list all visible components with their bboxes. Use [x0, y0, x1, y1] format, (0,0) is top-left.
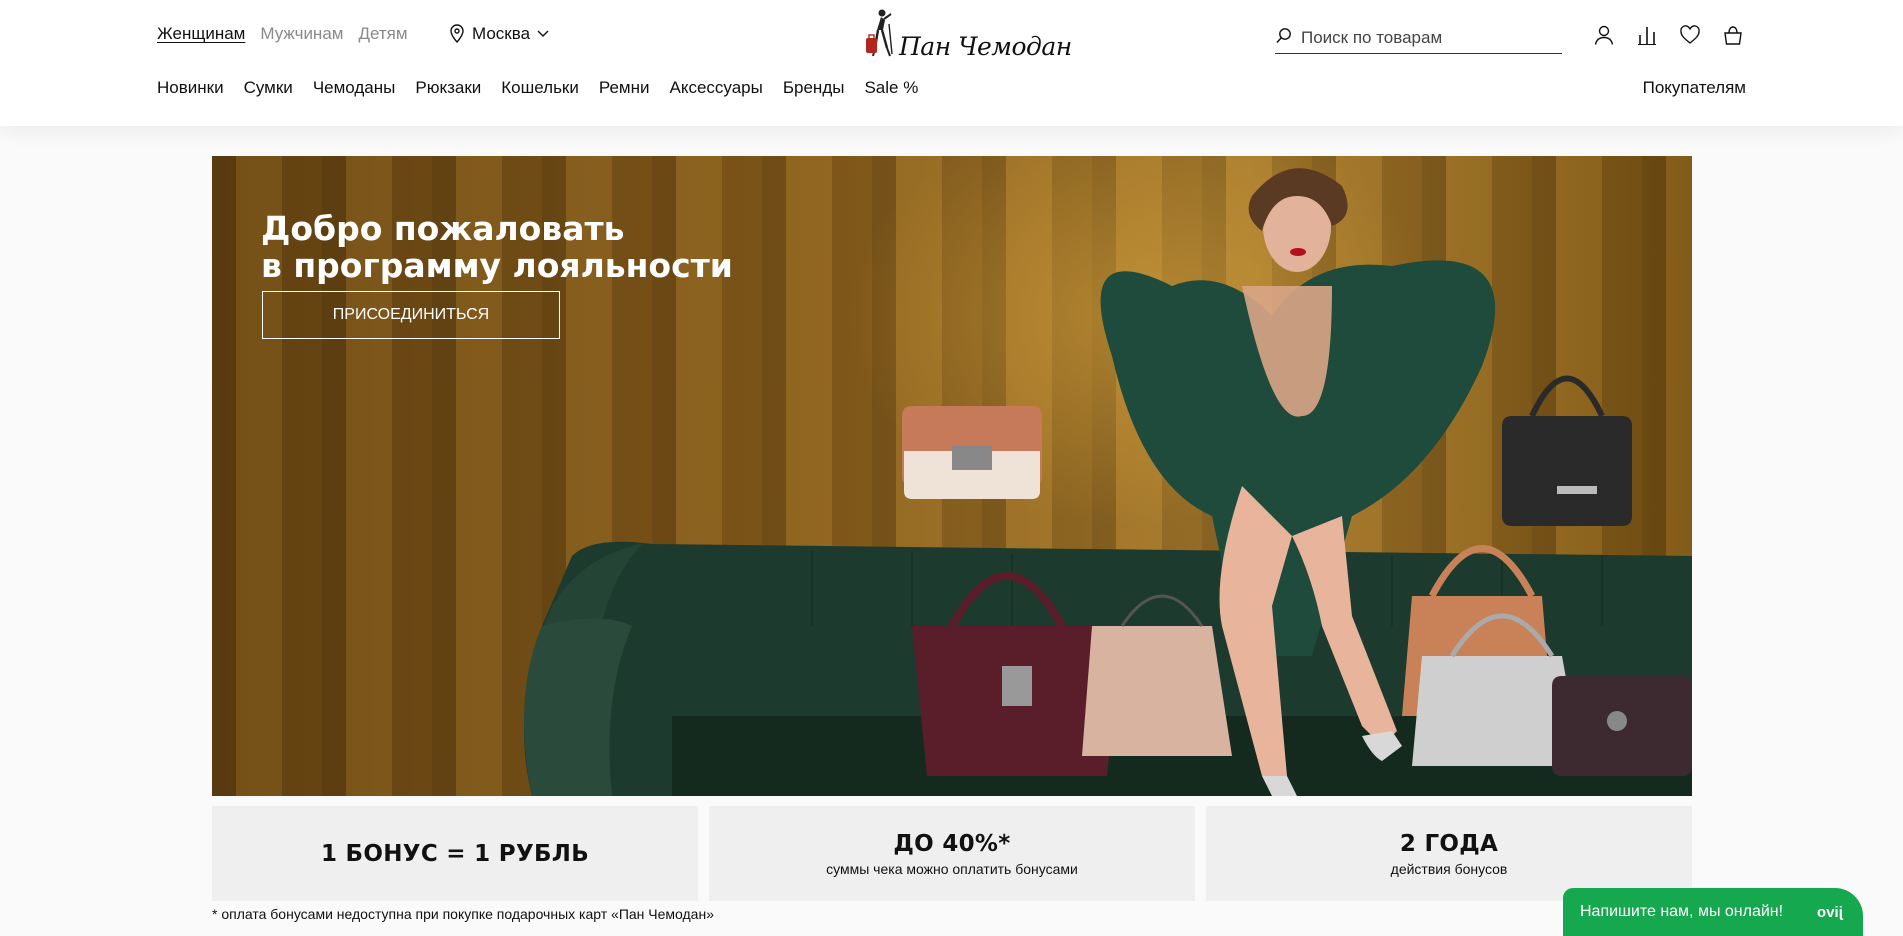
nav-accessories[interactable]: Аксессуары — [670, 78, 763, 98]
chat-label: Напишите нам, мы онлайн! — [1580, 903, 1784, 920]
chat-widget[interactable]: Напишите нам, мы онлайн! jivo — [1563, 888, 1863, 936]
tab-women[interactable]: Женщинам — [157, 24, 245, 44]
hero-title: Добро пожаловать в программу лояльности — [261, 210, 733, 284]
logo-text: Пан Чемодан — [899, 32, 1072, 61]
hero-title-line-2: в программу лояльности — [261, 246, 733, 285]
nav-sale[interactable]: Sale % — [864, 78, 918, 98]
benefit-cards: 1 БОНУС = 1 РУБЛЬ ДО 40%* суммы чека мож… — [212, 806, 1692, 901]
tab-men[interactable]: Мужчинам — [260, 24, 343, 44]
header-actions — [1593, 24, 1744, 46]
search-icon[interactable] — [1275, 27, 1293, 50]
benefit-headline: 1 БОНУС = 1 РУБЛЬ — [320, 840, 590, 867]
nav-backpacks[interactable]: Рюкзаки — [415, 78, 481, 98]
benefit-card: 1 БОНУС = 1 РУБЛЬ — [212, 806, 698, 901]
nav-brands[interactable]: Бренды — [783, 78, 845, 98]
benefit-card: 2 ГОДА действия бонусов — [1206, 806, 1692, 901]
nav-new[interactable]: Новинки — [157, 78, 224, 98]
hero-title-line-1: Добро пожаловать — [261, 209, 625, 248]
location-pin-icon — [449, 24, 465, 44]
nav-suitcases[interactable]: Чемоданы — [313, 78, 396, 98]
search-box — [1275, 23, 1562, 54]
jivo-logo-icon: jivo — [1817, 903, 1843, 921]
suitcase-man-logo-icon — [865, 8, 895, 65]
benefit-caption: действия бонусов — [1390, 860, 1508, 877]
user-icon[interactable] — [1593, 24, 1615, 46]
gender-nav: Женщинам Мужчинам Детям — [157, 24, 408, 44]
search-input[interactable] — [1299, 27, 1553, 49]
benefit-headline: ДО 40%* — [893, 830, 1011, 857]
nav-bags[interactable]: Сумки — [244, 78, 293, 98]
benefit-caption: суммы чека можно оплатить бонусами — [826, 860, 1078, 877]
tab-kids[interactable]: Детям — [358, 24, 407, 44]
site-logo[interactable]: Пан Чемодан — [865, 8, 1072, 65]
compare-icon[interactable] — [1636, 24, 1658, 46]
benefit-card: ДО 40%* суммы чека можно оплатить бонуса… — [709, 806, 1195, 901]
nav-belts[interactable]: Ремни — [599, 78, 650, 98]
bonus-footnote: * оплата бонусами недоступна при покупке… — [212, 906, 714, 922]
join-button[interactable]: ПРИСОЕДИНИТЬСЯ — [262, 291, 560, 339]
city-selector[interactable]: Москва — [449, 24, 549, 44]
loyalty-hero-banner[interactable]: Добро пожаловать в программу лояльности … — [212, 156, 1692, 796]
category-nav: Новинки Сумки Чемоданы Рюкзаки Кошельки … — [157, 78, 918, 98]
chevron-down-icon — [537, 30, 549, 38]
buyers-link[interactable]: Покупателям — [1643, 78, 1746, 98]
site-header: Женщинам Мужчинам Детям Москва Пан Чемод — [0, 0, 1903, 126]
heart-icon[interactable] — [1679, 24, 1701, 46]
city-name: Москва — [472, 24, 531, 43]
benefit-headline: 2 ГОДА — [1399, 830, 1499, 857]
bag-icon[interactable] — [1722, 24, 1744, 46]
nav-wallets[interactable]: Кошельки — [501, 78, 579, 98]
